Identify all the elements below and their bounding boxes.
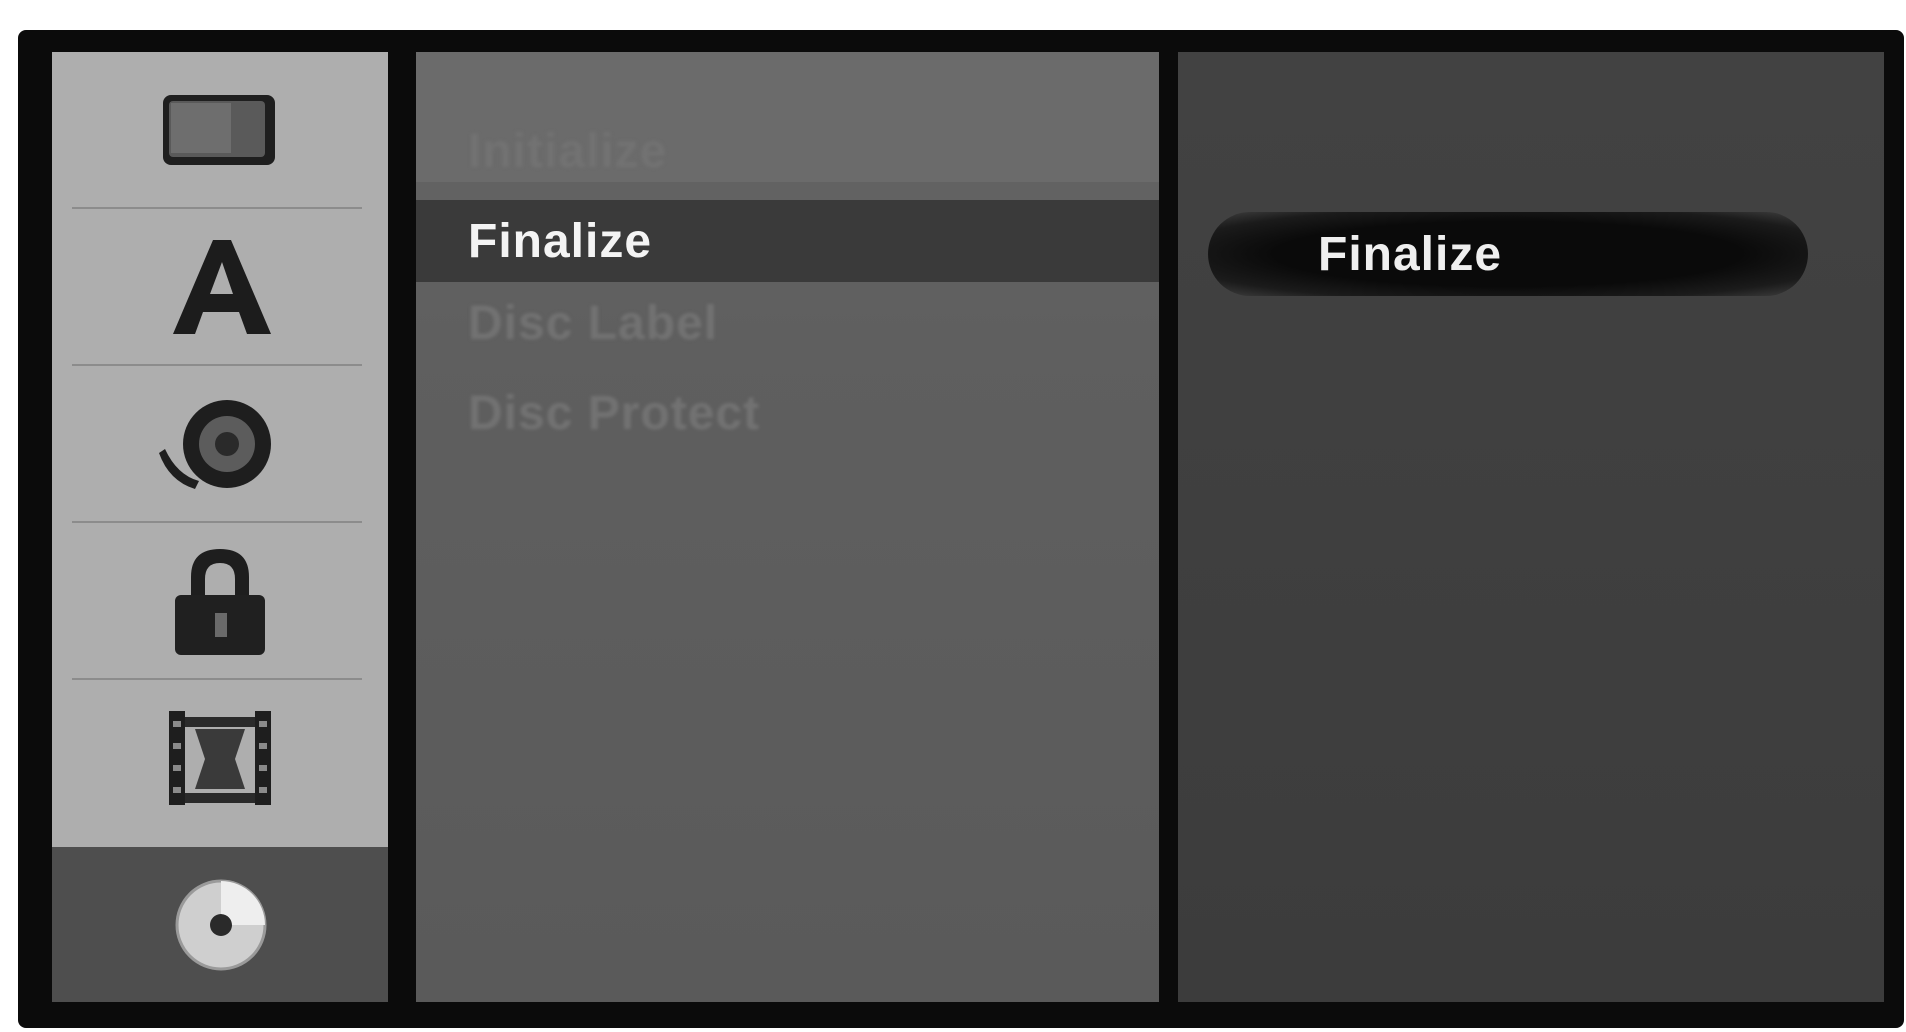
disc-icon [155,870,285,980]
lock-icon [155,541,285,661]
option-panel: Finalize [1178,52,1884,1002]
category-language[interactable] [52,209,388,364]
menu-item-disc-protect[interactable]: Disc Protect [416,372,1159,454]
category-disc[interactable] [52,847,388,1002]
finalize-option-button[interactable]: Finalize [1208,212,1808,296]
osd-menu-frame: Initialize Finalize Disc Label Disc Prot… [18,30,1904,1028]
disc-menu-panel: Initialize Finalize Disc Label Disc Prot… [416,52,1159,1002]
menu-item-initialize[interactable]: Initialize [416,110,1159,192]
menu-item-finalize[interactable]: Finalize [416,200,1159,282]
category-recording[interactable] [52,680,388,835]
category-audio[interactable] [52,366,388,521]
category-lock[interactable] [52,523,388,678]
language-icon [155,232,285,342]
menu-item-disc-label[interactable]: Disc Label [416,282,1159,364]
setup-category-sidebar [52,52,388,1002]
category-display[interactable] [52,52,388,207]
audio-icon [155,389,285,499]
screen-icon [155,85,285,175]
recording-icon [155,703,285,813]
